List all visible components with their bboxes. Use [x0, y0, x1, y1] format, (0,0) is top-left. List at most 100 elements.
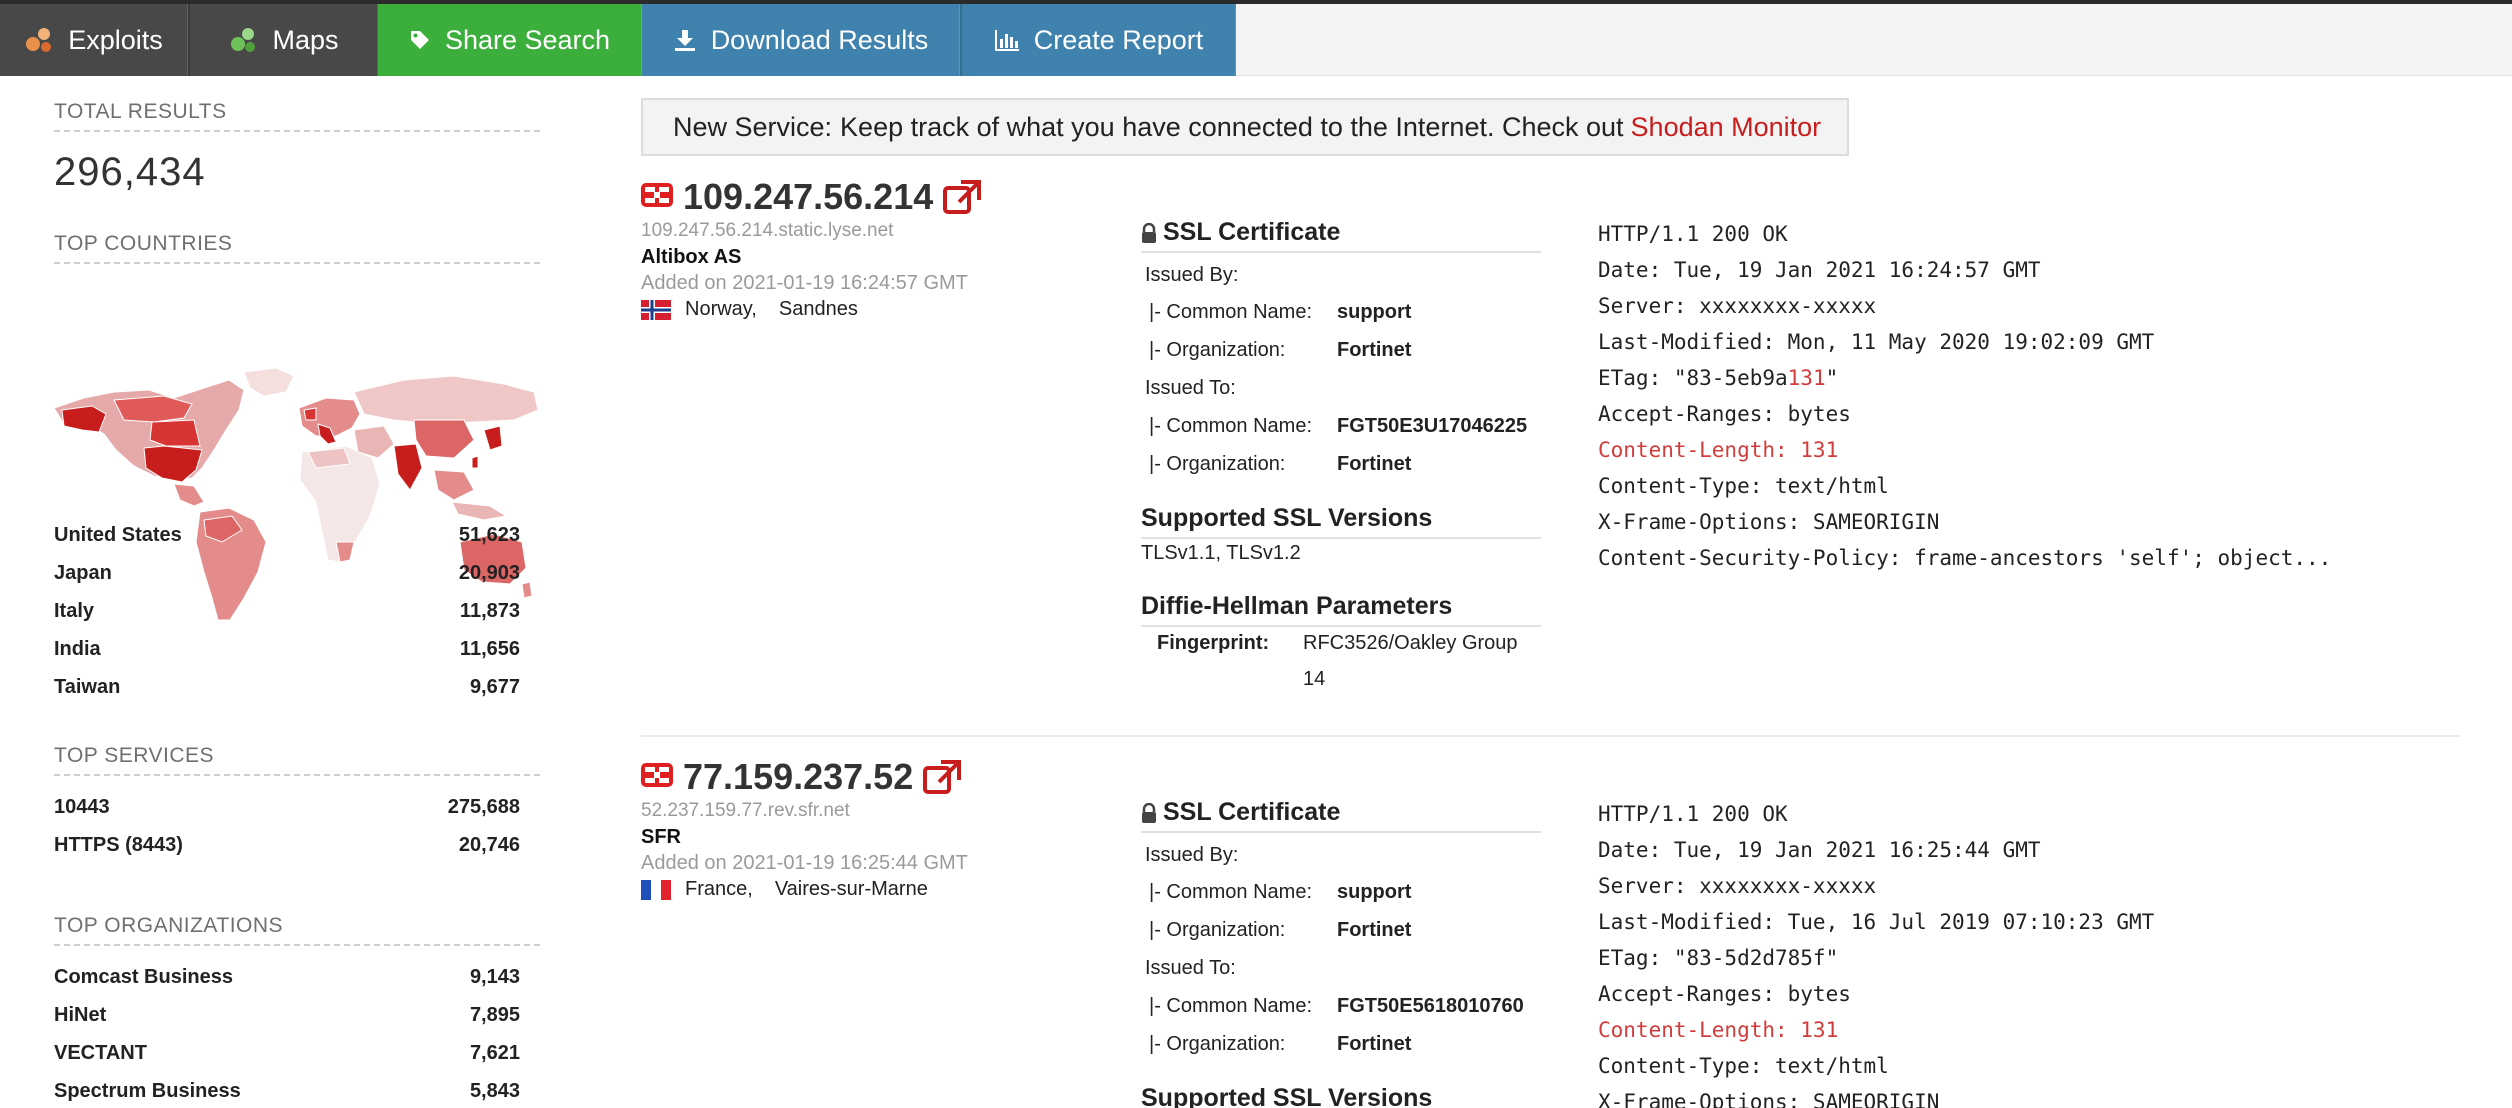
lock-icon	[1141, 802, 1157, 823]
org-row[interactable]: Comcast Business 9,143	[54, 966, 520, 989]
issued-by-label: Issued By:	[1145, 264, 1239, 286]
ssl-certificate-heading: SSL Certificate	[1141, 218, 1541, 253]
service-count: 20,746	[458, 834, 520, 856]
org-count: 9,143	[469, 966, 520, 988]
country-count: 11,873	[459, 600, 520, 622]
issued-by-label: Issued By:	[1145, 844, 1239, 866]
result-org-link[interactable]: Altibox AS	[641, 246, 741, 269]
result-org-link[interactable]: SFR	[641, 826, 681, 849]
country-row[interactable]: Taiwan 9,677	[54, 676, 520, 699]
tag-icon	[409, 29, 431, 51]
norway-flag-icon	[641, 299, 671, 320]
result-added-date: Added on 2021-01-19 16:25:44 GMT	[641, 852, 968, 874]
new-service-banner: New Service: Keep track of what you have…	[641, 98, 1849, 156]
supported-ssl-versions-heading: Supported SSL Versions	[1141, 504, 1541, 539]
service-row[interactable]: HTTPS (8443) 20,746	[54, 834, 520, 857]
country-row[interactable]: United States 51,623	[54, 524, 520, 547]
country-count: 11,656	[459, 638, 520, 660]
service-row[interactable]: 10443 275,688	[54, 796, 520, 819]
dh-fingerprint: Fingerprint: RFC3526/Oakley Group	[1157, 632, 1518, 654]
issuer-organization: |- Organization: Fortinet	[1149, 339, 1412, 361]
share-search-button[interactable]: Share Search	[378, 4, 642, 76]
org-name: Comcast Business	[54, 966, 233, 988]
subject-common-name: |- Common Name: FGT50E3U17046225	[1149, 415, 1528, 437]
top-services-heading: TOP SERVICES	[54, 744, 540, 776]
diffie-hellman-heading: Diffie-Hellman Parameters	[1141, 592, 1541, 627]
create-report-button[interactable]: Create Report	[960, 4, 1236, 76]
banner-text: Keep track of what you have connected to…	[840, 111, 1624, 142]
result-city-link[interactable]: Sandnes	[779, 298, 858, 321]
banner-prefix: New Service:	[673, 111, 833, 142]
result-location: Norway, Sandnes	[641, 298, 858, 321]
org-row[interactable]: HiNet 7,895	[54, 1004, 520, 1027]
country-row[interactable]: Italy 11,873	[54, 600, 520, 623]
org-count: 5,843	[469, 1080, 520, 1102]
result-ip-link[interactable]: 77.159.237.52	[683, 756, 913, 798]
download-results-button[interactable]: Download Results	[642, 4, 960, 76]
exploits-button[interactable]: Exploits	[0, 4, 188, 76]
result-header: 77.159.237.52	[641, 756, 962, 798]
maps-button[interactable]: Maps	[188, 4, 378, 76]
create-report-label: Create Report	[1033, 24, 1204, 55]
shodan-monitor-link[interactable]: Shodan Monitor	[1631, 112, 1822, 143]
external-link-icon[interactable]	[923, 760, 962, 794]
country-row[interactable]: Japan 20,903	[54, 562, 520, 585]
service-name: HTTPS (8443)	[54, 834, 183, 856]
share-search-label: Share Search	[444, 24, 611, 55]
search-result: 77.159.237.52 52.237.159.77.rev.sfr.net …	[641, 756, 2461, 1108]
country-count: 9,677	[469, 676, 520, 698]
country-name: Taiwan	[54, 676, 121, 698]
issuer-common-name: |- Common Name: support	[1149, 301, 1412, 323]
maps-label: Maps	[272, 24, 339, 55]
result-country-link[interactable]: Norway,	[685, 298, 757, 321]
country-row[interactable]: India 11,656	[54, 638, 520, 661]
result-divider	[641, 735, 2461, 737]
subject-organization: |- Organization: Fortinet	[1149, 453, 1412, 475]
org-row[interactable]: VECTANT 7,621	[54, 1042, 520, 1065]
subject-organization: |- Organization: Fortinet	[1149, 1033, 1412, 1055]
org-count: 7,895	[469, 1004, 520, 1026]
fortinet-logo-icon	[641, 762, 673, 792]
fortinet-logo-icon	[641, 182, 673, 212]
country-name: Japan	[54, 562, 112, 584]
result-hostname: 52.237.159.77.rev.sfr.net	[641, 800, 850, 821]
service-name: 10443	[54, 796, 110, 818]
search-result: 109.247.56.214 109.247.56.214.static.lys…	[641, 176, 2461, 736]
lock-icon	[1141, 222, 1157, 243]
supported-ssl-versions-heading: Supported SSL Versions	[1141, 1084, 1541, 1108]
france-flag-icon	[641, 879, 671, 900]
subject-common-name: |- Common Name: FGT50E5618010760	[1149, 995, 1524, 1017]
total-results-heading: TOTAL RESULTS	[54, 100, 540, 132]
download-icon	[673, 28, 697, 52]
bar-chart-icon	[994, 28, 1020, 52]
result-ip-link[interactable]: 109.247.56.214	[683, 176, 933, 218]
exploits-icon	[24, 25, 54, 55]
result-country-link[interactable]: France,	[685, 878, 753, 901]
org-count: 7,621	[469, 1042, 520, 1064]
country-count: 51,623	[458, 524, 520, 546]
issued-to-label: Issued To:	[1145, 957, 1236, 979]
org-name: VECTANT	[54, 1042, 147, 1064]
result-header: 109.247.56.214	[641, 176, 982, 218]
download-results-label: Download Results	[710, 24, 929, 55]
http-banner: HTTP/1.1 200 OK Date: Tue, 19 Jan 2021 16…	[1598, 802, 2155, 1108]
country-name: India	[54, 638, 101, 660]
issued-to-label: Issued To:	[1145, 377, 1236, 399]
top-organizations-heading: TOP ORGANIZATIONS	[54, 914, 540, 946]
ssl-certificate-heading: SSL Certificate	[1141, 798, 1541, 833]
service-count: 275,688	[447, 796, 520, 818]
total-results-value: 296,434	[54, 150, 206, 194]
country-name: United States	[54, 524, 182, 546]
exploits-label: Exploits	[68, 24, 163, 55]
result-location: France, Vaires-sur-Marne	[641, 878, 928, 901]
org-row[interactable]: Spectrum Business 5,843	[54, 1080, 520, 1103]
org-name: HiNet	[54, 1004, 107, 1026]
org-name: Spectrum Business	[54, 1080, 241, 1102]
maps-icon	[228, 25, 258, 55]
external-link-icon[interactable]	[943, 180, 982, 214]
top-countries-heading: TOP COUNTRIES	[54, 232, 540, 264]
result-hostname: 109.247.56.214.static.lyse.net	[641, 220, 894, 241]
issuer-organization: |- Organization: Fortinet	[1149, 919, 1412, 941]
issuer-common-name: |- Common Name: support	[1149, 881, 1412, 903]
result-city-link[interactable]: Vaires-sur-Marne	[775, 878, 928, 901]
